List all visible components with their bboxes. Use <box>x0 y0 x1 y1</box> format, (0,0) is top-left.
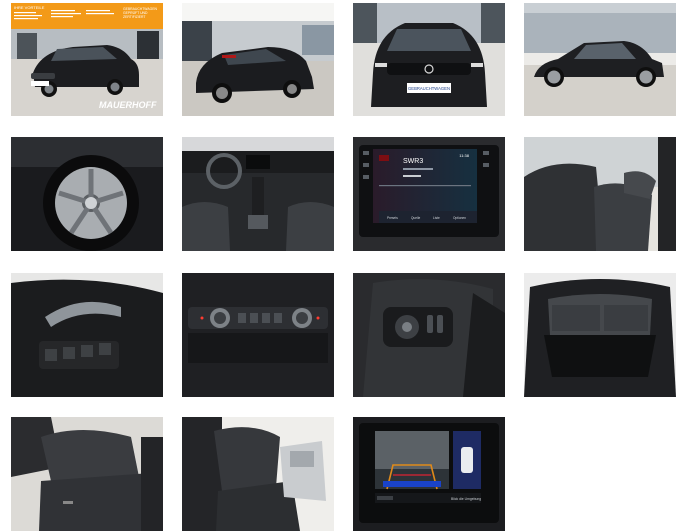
infotainment-display-image: SWR3 11:38 Presets Quelle Liste Optionen <box>353 137 505 251</box>
gallery-thumb-side[interactable] <box>524 3 676 116</box>
front-seats-image <box>524 137 676 251</box>
gallery-thumb-front-left[interactable]: IHRE VORTEILE GEBRAUCHTWAGEN GEPRÜFT UND… <box>11 3 163 116</box>
camera-caption: Blick die Umgebung <box>451 497 481 501</box>
radio-clock: 11:38 <box>459 153 469 158</box>
radio-tab-presets: Presets <box>387 216 398 220</box>
banner-headline: IHRE VORTEILE <box>14 5 45 10</box>
light-switch-image <box>353 273 505 397</box>
trunk-image <box>524 273 676 397</box>
gallery-thumb-infotainment[interactable]: SWR3 11:38 Presets Quelle Liste Optionen <box>353 137 505 251</box>
gallery-thumb-rear-camera[interactable]: Blick die Umgebung <box>353 417 505 531</box>
radio-tab-liste: Liste <box>433 216 440 220</box>
radio-tab-optionen: Optionen <box>453 216 466 220</box>
door-panel-controls-image <box>11 273 163 397</box>
rear-seats-image <box>11 417 163 531</box>
car-exterior-front-left-image: IHRE VORTEILE GEBRAUCHTWAGEN GEPRÜFT UND… <box>11 3 163 116</box>
interior-side-image <box>182 417 334 531</box>
gallery-thumb-light-switch[interactable] <box>353 273 505 397</box>
svg-text:ZERTIFIZIERT: ZERTIFIZIERT <box>123 15 145 19</box>
gallery-thumb-climate[interactable] <box>182 273 334 397</box>
radio-station-label: SWR3 <box>403 158 423 165</box>
gallery-thumb-dashboard[interactable] <box>182 137 334 251</box>
gallery-thumb-trunk[interactable] <box>524 273 676 397</box>
gallery-thumb-front[interactable]: GEBRAUCHTWAGEN <box>353 3 505 116</box>
gallery-thumb-wheel[interactable] <box>11 137 163 251</box>
alloy-wheel-image <box>11 137 163 251</box>
rear-camera-display-image: Blick die Umgebung <box>353 417 505 531</box>
brand-logo-text: MAUERHOFF <box>99 100 157 110</box>
gallery-thumb-door-panel[interactable] <box>11 273 163 397</box>
climate-controls-image <box>182 273 334 397</box>
gallery-thumb-interior-side[interactable] <box>182 417 334 531</box>
car-exterior-rear-left-image <box>182 3 334 116</box>
radio-tab-quelle: Quelle <box>411 216 420 220</box>
gallery-thumb-rear-left[interactable] <box>182 3 334 116</box>
car-exterior-side-image <box>524 3 676 116</box>
gallery-thumb-front-seats[interactable] <box>524 137 676 251</box>
car-exterior-front-image: GEBRAUCHTWAGEN <box>353 3 505 116</box>
dashboard-image <box>182 137 334 251</box>
gallery-thumb-rear-seats[interactable] <box>11 417 163 531</box>
license-plate-text: GEBRAUCHTWAGEN <box>408 86 450 91</box>
